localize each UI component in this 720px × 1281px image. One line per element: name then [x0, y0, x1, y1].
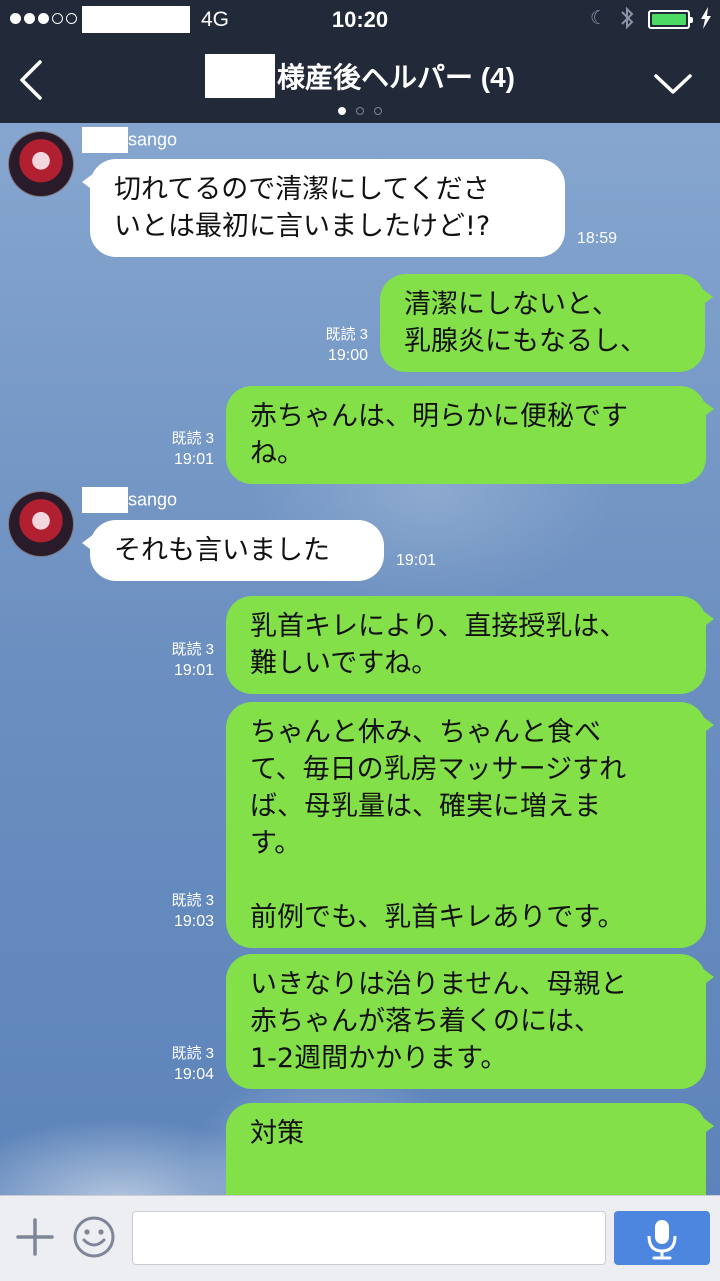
add-attachment-button[interactable]	[14, 1216, 56, 1258]
emoji-button[interactable]	[72, 1215, 116, 1259]
chat-title-text: 様産後ヘルパー (4)	[276, 62, 515, 93]
message-meta: 既読 3 19:00	[290, 324, 368, 366]
read-receipt: 既読 3	[325, 326, 368, 343]
avatar[interactable]	[8, 131, 74, 197]
message-time: 19:01	[173, 662, 214, 679]
microphone-icon	[647, 1220, 677, 1260]
battery-icon	[648, 10, 693, 29]
message-meta: 既読 3 19:01	[136, 428, 214, 470]
message-bubble-outgoing[interactable]: 対策	[226, 1103, 714, 1195]
name-redacted	[82, 127, 128, 153]
message-input[interactable]	[132, 1211, 606, 1265]
message-bubble-incoming[interactable]: それも言いました	[82, 520, 384, 581]
message-time: 18:59	[577, 230, 618, 247]
message-bubble-outgoing[interactable]: ちゃんと休み、ちゃんと食べ て、毎日の乳房マッサージすれ ば、母乳量は、確実に増…	[226, 702, 714, 948]
page-indicator	[0, 100, 720, 119]
message-meta: 既読 3 19:03	[136, 890, 214, 932]
menu-dropdown-button[interactable]	[650, 66, 696, 100]
message-bubble-outgoing[interactable]: 乳首キレにより、直接授乳は、 難しいですね。	[226, 596, 714, 694]
smiley-icon	[73, 1216, 115, 1258]
name-redacted	[82, 487, 128, 513]
read-receipt: 既読 3	[171, 641, 214, 658]
name-redacted	[204, 54, 275, 98]
read-receipt: 既読 3	[171, 1045, 214, 1062]
read-receipt: 既読 3	[171, 430, 214, 447]
message-meta: 既読 3 19:01	[136, 639, 214, 681]
message-time: 19:00	[327, 347, 368, 364]
message-time: 19:04	[173, 1066, 214, 1083]
bolt-icon	[700, 7, 712, 34]
chat-header: 様産後ヘルパー (4)	[0, 40, 720, 123]
status-time: 10:20	[331, 7, 389, 32]
message-bubble-outgoing[interactable]: 清潔にしないと、 乳腺炎にもなるし、	[380, 274, 713, 372]
status-bar: 4G 10:20 ☾	[0, 0, 720, 40]
read-receipt: 既読 3	[171, 892, 214, 909]
message-bubble-outgoing[interactable]: いきなりは治りません、母親と 赤ちゃんが落ち着くのには、 1-2週間かかります。	[226, 954, 714, 1089]
message-bubble-outgoing[interactable]: 赤ちゃんは、明らかに便秘です ね。	[226, 386, 714, 484]
message-time: 19:01	[173, 451, 214, 468]
bluetooth-icon	[620, 6, 634, 36]
message-time: 19:01	[396, 552, 437, 569]
plus-icon	[16, 1218, 54, 1256]
sender-name: sango	[82, 487, 177, 513]
voice-message-button[interactable]	[614, 1211, 710, 1265]
message-meta: 既読 3 19:04	[136, 1043, 214, 1085]
moon-icon: ☾	[590, 7, 608, 29]
sender-name: sango	[82, 127, 177, 153]
message-input-bar	[0, 1195, 720, 1281]
chevron-down-icon	[654, 74, 692, 94]
message-bubble-incoming[interactable]: 切れてるので清潔にしてくださ いとは最初に言いましたけど!?	[82, 159, 565, 257]
chat-title[interactable]: 様産後ヘルパー (4)	[0, 54, 720, 98]
avatar[interactable]	[8, 491, 74, 557]
chat-history[interactable]: sango 切れてるので清潔にしてくださ いとは最初に言いましたけど!? 18:…	[0, 123, 720, 1195]
message-time: 19:03	[173, 913, 214, 930]
